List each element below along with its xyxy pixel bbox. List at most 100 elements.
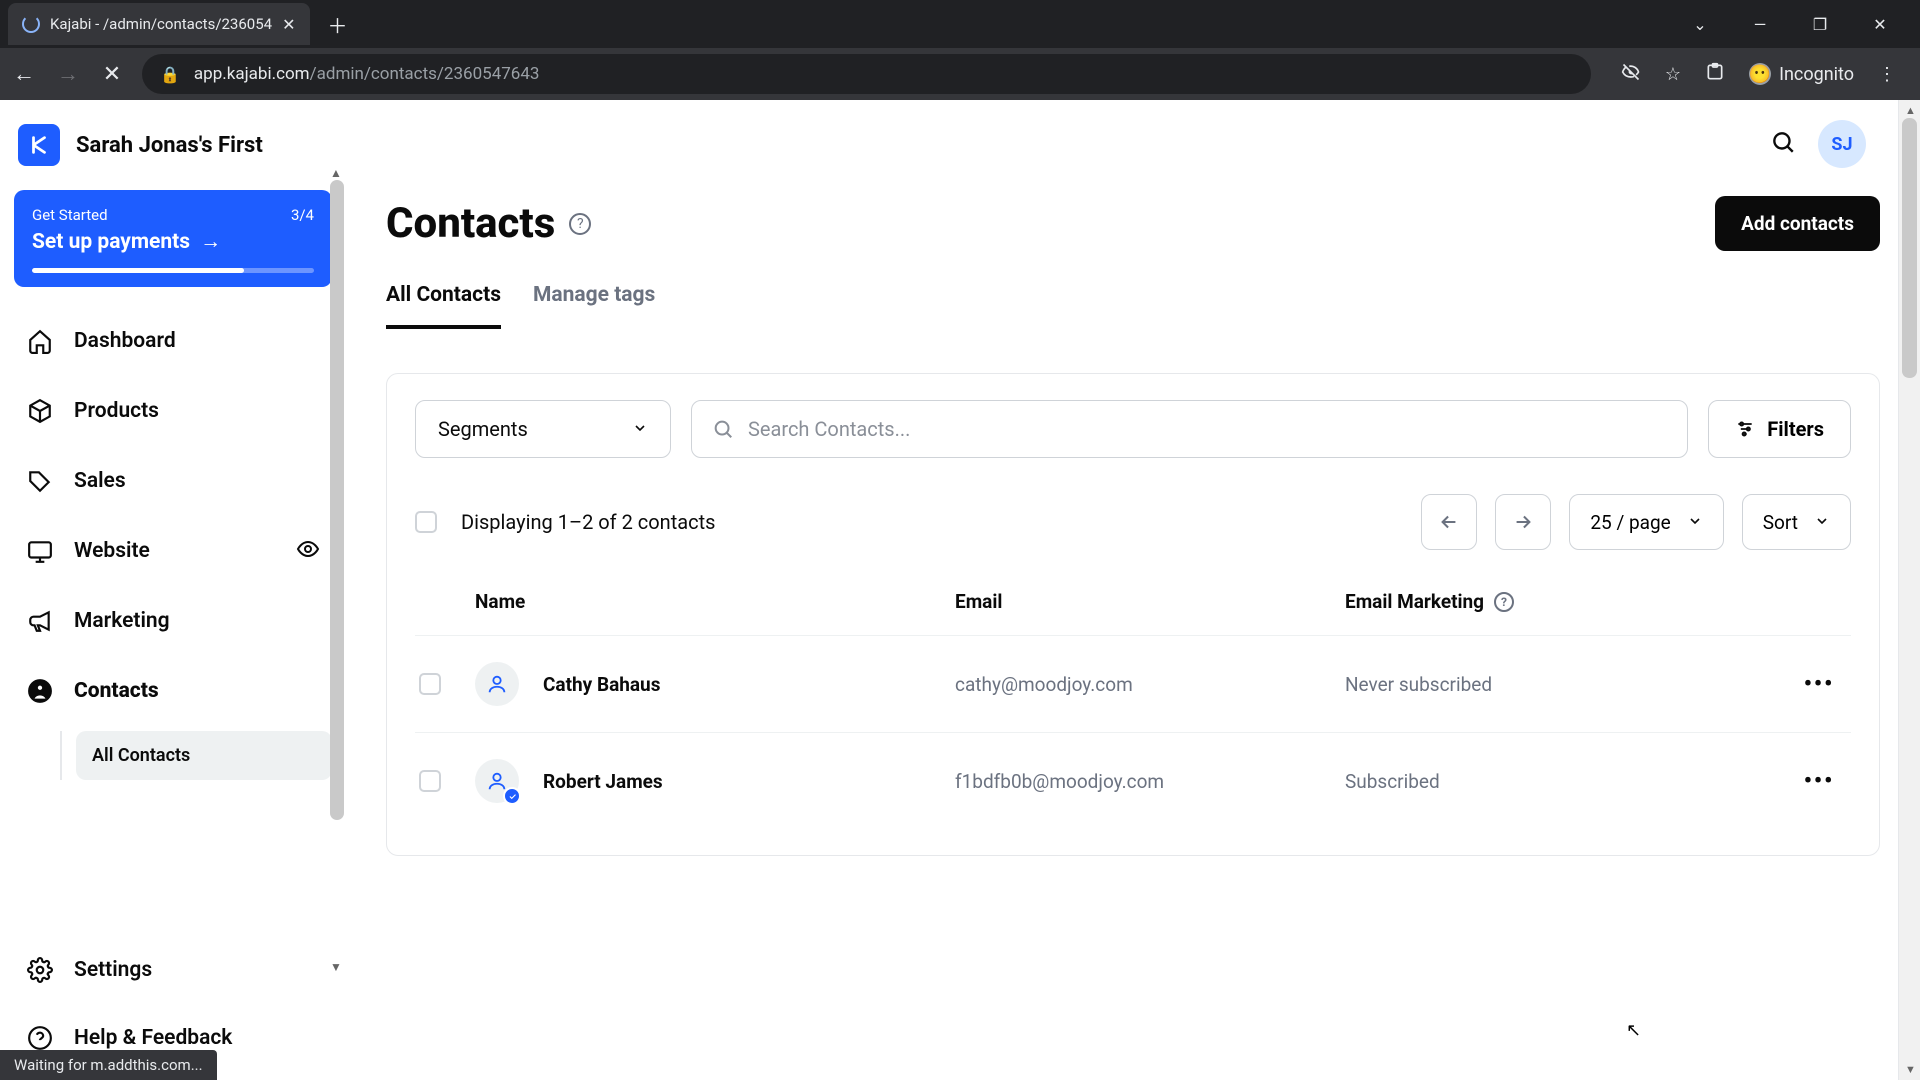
back-button[interactable]: ←: [10, 61, 38, 87]
scroll-up-arrow-icon[interactable]: ▲: [1905, 104, 1916, 117]
box-icon: [26, 397, 54, 425]
tab-manage-tags[interactable]: Manage tags: [533, 283, 655, 329]
scrollbar-thumb[interactable]: [330, 180, 344, 820]
extensions-icon[interactable]: [1705, 62, 1725, 87]
kebab-menu-icon[interactable]: ⋮: [1878, 64, 1896, 85]
mouse-cursor-icon: ↖: [1626, 1020, 1641, 1041]
brand-name: Sarah Jonas's First: [76, 133, 263, 158]
search-contacts-box[interactable]: [691, 400, 1688, 458]
tag-icon: [26, 467, 54, 495]
chevron-down-icon: [1687, 511, 1703, 534]
incognito-badge[interactable]: 😶 Incognito: [1749, 63, 1854, 85]
arrow-right-icon: →: [200, 230, 221, 254]
address-bar-icons: ☆ 😶 Incognito ⋮: [1607, 62, 1910, 87]
segments-dropdown[interactable]: Segments: [415, 400, 671, 458]
sidebar-subnav: All Contacts: [60, 731, 332, 780]
col-email: Email: [955, 590, 1345, 613]
sidebar-scrollbar[interactable]: ▲ ▼: [326, 180, 346, 960]
topbar: SJ: [386, 100, 1880, 188]
row-actions-menu[interactable]: •••: [1791, 769, 1847, 794]
scrollbar-thumb[interactable]: [1902, 118, 1917, 378]
page-header: Contacts ? Add contacts: [386, 196, 1880, 251]
verified-badge-icon: [503, 787, 521, 805]
sidebar-item-sales[interactable]: Sales: [14, 447, 332, 515]
contact-avatar-icon: [475, 759, 519, 803]
table-row[interactable]: Cathy Bahaus cathy@moodjoy.com Never sub…: [415, 635, 1851, 732]
eye-off-icon[interactable]: [1621, 62, 1641, 87]
next-page-button[interactable]: [1495, 494, 1551, 550]
sidebar-item-website[interactable]: Website: [14, 517, 332, 585]
row-checkbox[interactable]: [419, 770, 441, 792]
url-box[interactable]: 🔒 app.kajabi.com/admin/contacts/23605476…: [142, 54, 1591, 94]
close-tab-icon[interactable]: ✕: [282, 15, 295, 34]
browser-chrome: Kajabi - /admin/contacts/236054 ✕ ＋ ⌄ ― …: [0, 0, 1920, 100]
lock-icon: 🔒: [160, 65, 180, 84]
tab-all-contacts[interactable]: All Contacts: [386, 283, 501, 329]
contact-avatar-icon: [475, 662, 519, 706]
sidebar-item-marketing[interactable]: Marketing: [14, 587, 332, 655]
chevron-down-icon: [632, 417, 648, 441]
minimize-icon[interactable]: ―: [1744, 15, 1776, 34]
sidebar: Sarah Jonas's First Get Started 3/4 Set …: [0, 100, 346, 1080]
new-tab-button[interactable]: ＋: [328, 10, 348, 39]
sidebar-nav: Dashboard Products Sales Website Marketi…: [0, 307, 346, 788]
chevron-down-icon: [1814, 511, 1830, 534]
sidebar-item-contacts[interactable]: Contacts: [14, 657, 332, 725]
sidebar-item-products[interactable]: Products: [14, 377, 332, 445]
maximize-icon[interactable]: ❐: [1804, 15, 1836, 34]
page-tabs: All Contacts Manage tags: [386, 283, 1880, 329]
window-controls: ⌄ ― ❐ ✕: [1684, 15, 1912, 34]
address-bar: ← → ✕ 🔒 app.kajabi.com/admin/contacts/23…: [0, 48, 1920, 100]
card-toolbar: Segments Filters: [415, 400, 1851, 458]
home-icon: [26, 327, 54, 355]
sidebar-item-dashboard[interactable]: Dashboard: [14, 307, 332, 375]
scroll-up-arrow-icon[interactable]: ▲: [330, 166, 342, 180]
user-avatar[interactable]: SJ: [1818, 120, 1866, 168]
scroll-down-arrow-icon[interactable]: ▼: [330, 960, 342, 974]
page-title: Contacts: [386, 199, 555, 248]
tab-bar: Kajabi - /admin/contacts/236054 ✕ ＋ ⌄ ― …: [0, 0, 1920, 48]
search-icon: [712, 418, 734, 440]
table-header: Name Email Email Marketing ?: [415, 590, 1851, 635]
bookmark-star-icon[interactable]: ☆: [1665, 64, 1681, 85]
loading-spinner-icon: [22, 15, 40, 33]
sort-dropdown[interactable]: Sort: [1742, 494, 1851, 550]
scroll-down-arrow-icon[interactable]: ▼: [1905, 1063, 1916, 1076]
get-started-action: Set up payments: [32, 230, 190, 254]
per-page-dropdown[interactable]: 25 / page: [1569, 494, 1723, 550]
row-actions-menu[interactable]: •••: [1791, 672, 1847, 697]
contact-status: Subscribed: [1345, 770, 1791, 793]
browser-status-bar: Waiting for m.addthis.com...: [0, 1050, 217, 1080]
page-scrollbar[interactable]: ▲ ▼: [1898, 100, 1920, 1080]
monitor-icon: [26, 537, 54, 565]
row-checkbox[interactable]: [419, 673, 441, 695]
search-contacts-input[interactable]: [748, 417, 1667, 441]
get-started-label: Get Started: [32, 206, 108, 224]
eye-icon[interactable]: [296, 537, 320, 565]
select-all-checkbox[interactable]: [415, 511, 437, 533]
sidebar-item-settings[interactable]: Settings: [14, 936, 332, 1004]
help-tooltip-icon[interactable]: ?: [569, 213, 591, 235]
prev-page-button[interactable]: [1421, 494, 1477, 550]
incognito-icon: 😶: [1749, 63, 1771, 85]
tab-search-chevron-icon[interactable]: ⌄: [1684, 15, 1716, 34]
forward-button[interactable]: →: [54, 61, 82, 87]
filters-button[interactable]: Filters: [1708, 400, 1851, 458]
app: Sarah Jonas's First Get Started 3/4 Set …: [0, 100, 1920, 1080]
stop-reload-button[interactable]: ✕: [98, 62, 126, 87]
user-circle-icon: [26, 677, 54, 705]
megaphone-icon: [26, 607, 54, 635]
get-started-card[interactable]: Get Started 3/4 Set up payments →: [14, 190, 332, 287]
sidebar-subitem-all-contacts[interactable]: All Contacts: [76, 731, 332, 780]
help-tooltip-icon[interactable]: ?: [1494, 592, 1514, 612]
close-window-icon[interactable]: ✕: [1864, 15, 1896, 34]
brand[interactable]: Sarah Jonas's First: [0, 106, 346, 190]
get-started-progress: 3/4: [291, 206, 314, 224]
contact-email: cathy@moodjoy.com: [955, 673, 1345, 696]
browser-tab[interactable]: Kajabi - /admin/contacts/236054 ✕: [8, 3, 310, 45]
progress-bar: [32, 268, 314, 273]
sliders-icon: [1735, 419, 1755, 439]
table-row[interactable]: Robert James f1bdfb0b@moodjoy.com Subscr…: [415, 732, 1851, 829]
add-contacts-button[interactable]: Add contacts: [1715, 196, 1880, 251]
global-search-button[interactable]: [1770, 129, 1796, 159]
